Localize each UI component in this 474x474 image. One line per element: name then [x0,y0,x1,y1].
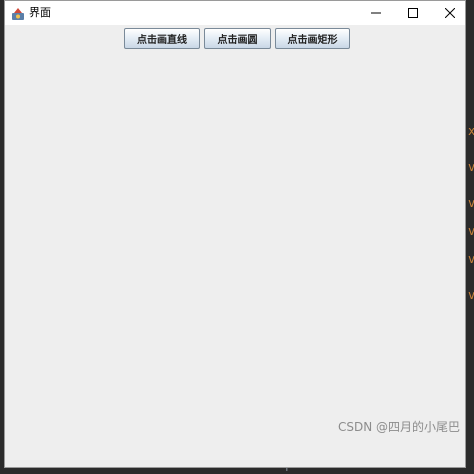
maximize-button[interactable] [394,1,432,25]
window-title: 界面 [29,6,51,19]
drawing-panel[interactable]: 点击画直线 点击画圆 点击画矩形 [5,25,465,467]
close-button[interactable] [431,1,469,25]
bg-code-char: v [468,160,474,174]
bg-code-char: v [468,288,474,302]
draw-rectangle-button[interactable]: 点击画矩形 [275,28,350,49]
bg-code-char: v [468,224,474,238]
draw-line-button[interactable]: 点击画直线 [124,28,200,49]
title-bar[interactable]: 界面 [5,1,465,25]
draw-circle-button[interactable]: 点击画圆 [204,28,271,49]
bg-code-char: x [468,124,474,138]
close-icon [445,8,455,18]
bg-code-char: v [468,196,474,210]
app-window: 界面 点击画直线 点击画圆 点击画矩形 [4,0,466,468]
bg-code-char: v [468,252,474,266]
minimize-icon [371,8,381,18]
maximize-icon [408,8,418,18]
desktop: x v v v v v public static void ma 界面 [0,0,474,474]
csdn-watermark: CSDN @四月的小尾巴 [338,420,461,434]
java-app-icon [11,6,25,20]
button-toolbar: 点击画直线 点击画圆 点击画矩形 [5,28,465,50]
minimize-button[interactable] [357,1,395,25]
